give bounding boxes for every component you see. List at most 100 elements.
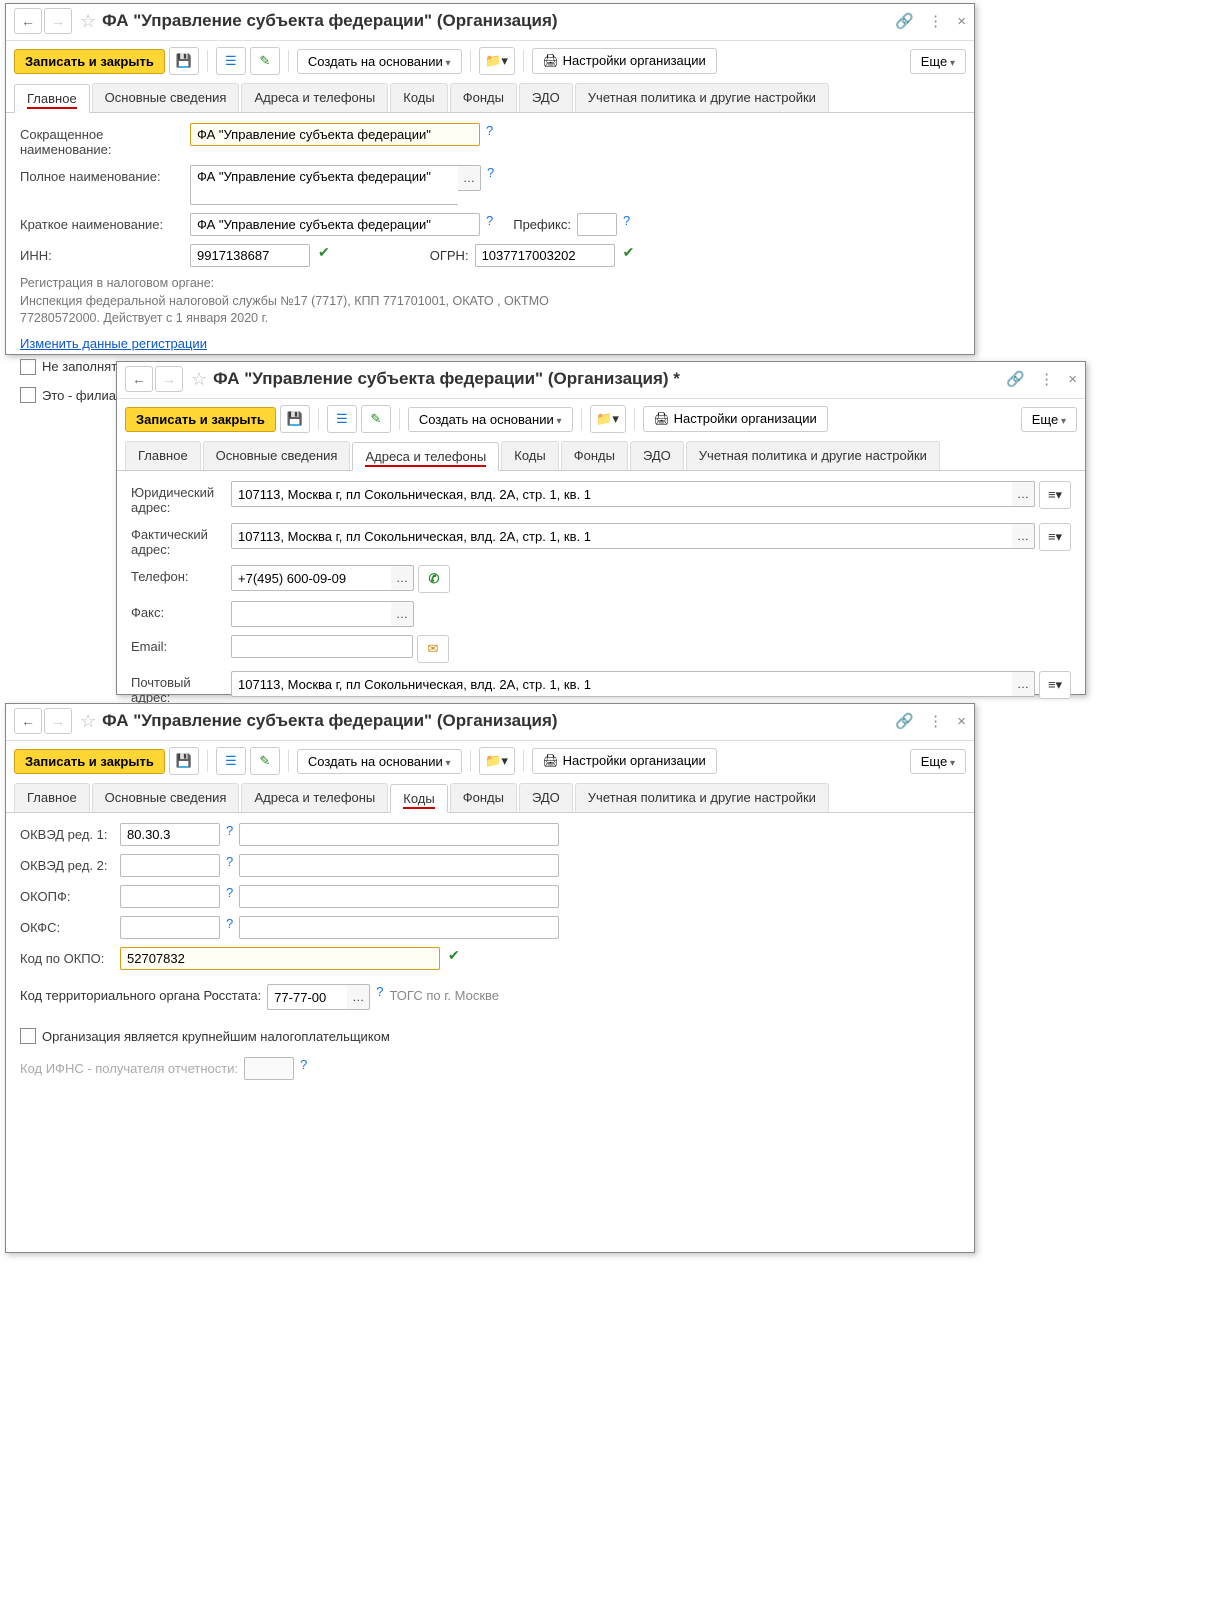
ogrn-input[interactable] (475, 244, 615, 267)
list-button[interactable]: ≡▾ (1039, 671, 1071, 699)
forward-button[interactable]: → (44, 708, 72, 734)
create-based-button[interactable]: Создать на основании (297, 49, 462, 74)
tab-edo[interactable]: ЭДО (630, 441, 684, 470)
org-settings-button[interactable]: 🖨 Настройки организации (643, 406, 828, 432)
help-icon[interactable]: ? (623, 213, 630, 228)
more-button[interactable]: Еще (910, 749, 966, 774)
help-icon[interactable]: ? (226, 916, 233, 931)
chk-large-taxpayer[interactable]: Организация является крупнейшим налогопл… (20, 1028, 390, 1044)
menu-icon[interactable]: ⋮ (928, 13, 943, 30)
close-icon[interactable]: × (1068, 371, 1077, 388)
org-settings-button[interactable]: 🖨 Настройки организации (532, 48, 717, 74)
save-icon[interactable]: 💾 (169, 47, 199, 75)
ellipsis-button[interactable]: … (1012, 671, 1035, 697)
more-button[interactable]: Еще (1021, 407, 1077, 432)
edit-icon[interactable]: ✎ (250, 47, 280, 75)
post-addr-input[interactable] (231, 671, 1012, 697)
ellipsis-button[interactable]: … (347, 984, 370, 1010)
star-icon[interactable]: ☆ (191, 369, 207, 390)
legal-addr-input[interactable] (231, 481, 1012, 507)
back-button[interactable]: ← (125, 366, 153, 392)
short-name-input[interactable] (190, 123, 480, 146)
help-icon[interactable]: ? (226, 885, 233, 900)
org-settings-button[interactable]: 🖨 Настройки организации (532, 748, 717, 774)
tab-policy[interactable]: Учетная политика и другие настройки (686, 441, 940, 470)
ellipsis-button[interactable]: … (391, 565, 414, 591)
help-icon[interactable]: ? (486, 213, 493, 228)
help-icon[interactable]: ? (300, 1057, 307, 1072)
create-based-button[interactable]: Создать на основании (297, 749, 462, 774)
folder-icon[interactable]: 📁▾ (479, 47, 515, 75)
okved1-name-input[interactable] (239, 823, 559, 846)
okfs-input[interactable] (120, 916, 220, 939)
star-icon[interactable]: ☆ (80, 711, 96, 732)
back-button[interactable]: ← (14, 708, 42, 734)
list-button[interactable]: ≡▾ (1039, 523, 1071, 551)
edit-icon[interactable]: ✎ (361, 405, 391, 433)
tab-main[interactable]: Главное (14, 783, 90, 812)
tab-funds[interactable]: Фонды (450, 783, 517, 812)
forward-button[interactable]: → (44, 8, 72, 34)
tab-edo[interactable]: ЭДО (519, 783, 573, 812)
inn-input[interactable] (190, 244, 310, 267)
tab-main[interactable]: Главное (14, 84, 90, 113)
edit-icon[interactable]: ✎ (250, 747, 280, 775)
okopf-name-input[interactable] (239, 885, 559, 908)
fact-addr-input[interactable] (231, 523, 1012, 549)
ellipsis-button[interactable]: … (1012, 481, 1035, 507)
tab-codes[interactable]: Коды (390, 784, 447, 813)
tab-basic[interactable]: Основные сведения (92, 783, 240, 812)
tab-basic[interactable]: Основные сведения (203, 441, 351, 470)
ifns-input[interactable] (244, 1057, 294, 1080)
help-icon[interactable]: ? (376, 984, 383, 999)
okved2-name-input[interactable] (239, 854, 559, 877)
tab-addr[interactable]: Адреса и телефоны (352, 442, 499, 471)
tab-funds[interactable]: Фонды (450, 83, 517, 112)
phone-input[interactable] (231, 565, 391, 591)
back-button[interactable]: ← (14, 8, 42, 34)
close-icon[interactable]: × (957, 713, 966, 730)
tab-basic[interactable]: Основные сведения (92, 83, 240, 112)
link-icon[interactable]: 🔗 (1006, 371, 1025, 388)
okpo-input[interactable] (120, 947, 440, 970)
close-icon[interactable]: × (957, 13, 966, 30)
ellipsis-button[interactable]: … (391, 601, 414, 627)
email-input[interactable] (231, 635, 413, 658)
help-icon[interactable]: ? (486, 123, 493, 138)
okved1-input[interactable] (120, 823, 220, 846)
tab-codes[interactable]: Коды (390, 83, 447, 112)
save-icon[interactable]: 💾 (280, 405, 310, 433)
tab-addr[interactable]: Адреса и телефоны (241, 83, 388, 112)
save-close-button[interactable]: Записать и закрыть (125, 407, 276, 432)
okved2-input[interactable] (120, 854, 220, 877)
forward-button[interactable]: → (155, 366, 183, 392)
okfs-name-input[interactable] (239, 916, 559, 939)
link-icon[interactable]: 🔗 (895, 13, 914, 30)
doc-icon[interactable]: ☰ (216, 747, 246, 775)
menu-icon[interactable]: ⋮ (1039, 371, 1054, 388)
tab-policy[interactable]: Учетная политика и другие настройки (575, 783, 829, 812)
doc-icon[interactable]: ☰ (216, 47, 246, 75)
mail-button[interactable]: ✉ (417, 635, 449, 663)
save-icon[interactable]: 💾 (169, 747, 199, 775)
list-button[interactable]: ≡▾ (1039, 481, 1071, 509)
tab-main[interactable]: Главное (125, 441, 201, 470)
call-button[interactable]: ✆ (418, 565, 450, 593)
full-name-input[interactable]: ФА "Управление субъекта федерации" (190, 165, 458, 205)
change-reg-link[interactable]: Изменить данные регистрации (20, 336, 207, 351)
tab-policy[interactable]: Учетная политика и другие настройки (575, 83, 829, 112)
more-button[interactable]: Еще (910, 49, 966, 74)
save-close-button[interactable]: Записать и закрыть (14, 49, 165, 74)
create-based-button[interactable]: Создать на основании (408, 407, 573, 432)
prefix-input[interactable] (577, 213, 617, 236)
tab-funds[interactable]: Фонды (561, 441, 628, 470)
help-icon[interactable]: ? (226, 854, 233, 869)
help-icon[interactable]: ? (487, 165, 494, 180)
brief-name-input[interactable] (190, 213, 480, 236)
okopf-input[interactable] (120, 885, 220, 908)
ellipsis-button[interactable]: … (458, 165, 481, 191)
fax-input[interactable] (231, 601, 391, 627)
doc-icon[interactable]: ☰ (327, 405, 357, 433)
link-icon[interactable]: 🔗 (895, 713, 914, 730)
folder-icon[interactable]: 📁▾ (479, 747, 515, 775)
